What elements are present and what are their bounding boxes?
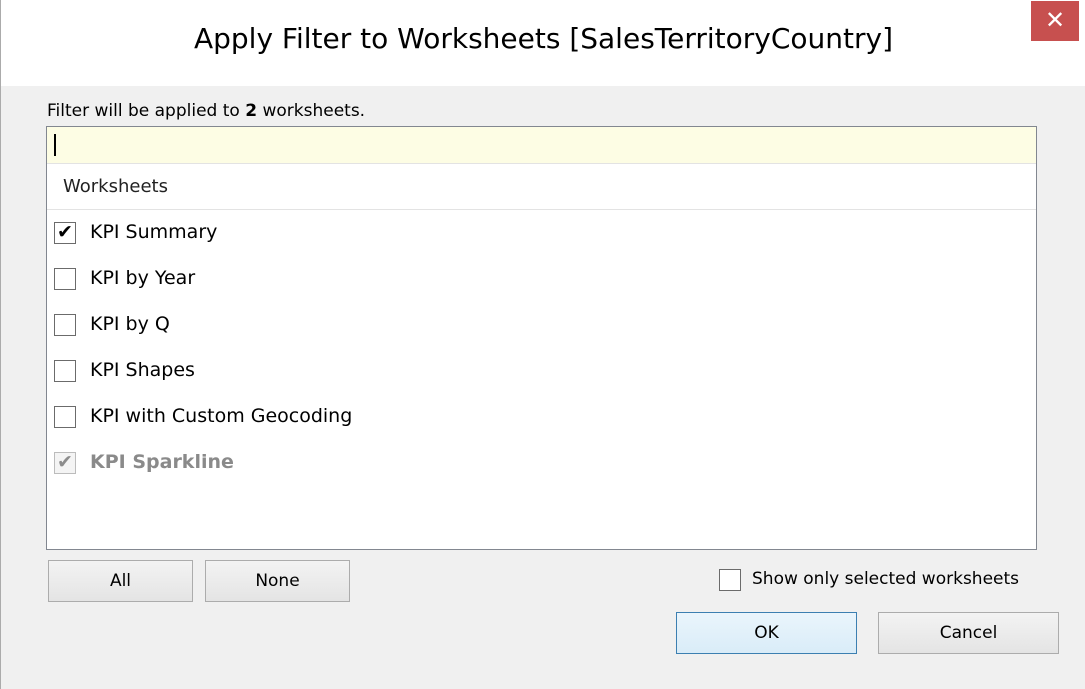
checkmark-icon: ✔ — [57, 221, 73, 243]
filter-info-text: Filter will be applied to 2 worksheets. — [47, 101, 365, 121]
apply-filter-dialog: Apply Filter to Worksheets [SalesTerrito… — [0, 0, 1085, 689]
worksheets-column-header[interactable]: Worksheets — [47, 165, 1036, 210]
text-caret — [54, 134, 56, 156]
worksheet-list-item[interactable]: KPI with Custom Geocoding — [47, 395, 1036, 441]
worksheet-list-item[interactable]: KPI by Year — [47, 257, 1036, 303]
checkmark-icon: ✔ — [57, 451, 73, 473]
worksheet-label: KPI Summary — [90, 221, 218, 243]
close-button[interactable]: ✕ — [1031, 1, 1079, 41]
info-suffix: worksheets. — [257, 101, 366, 121]
worksheet-checkbox[interactable] — [54, 268, 76, 290]
worksheet-label: KPI Shapes — [90, 359, 195, 381]
worksheet-label: KPI with Custom Geocoding — [90, 405, 353, 427]
worksheet-list-item[interactable]: ✔ KPI Summary — [47, 211, 1036, 257]
show-only-selected-checkbox[interactable] — [719, 569, 741, 591]
worksheet-checkbox[interactable] — [54, 360, 76, 382]
worksheet-label: KPI Sparkline — [90, 451, 234, 473]
info-prefix: Filter will be applied to — [47, 101, 246, 121]
worksheet-search-input[interactable] — [47, 127, 1036, 164]
worksheet-list-panel: Worksheets ✔ KPI Summary KPI by Year KPI by… — [46, 126, 1037, 550]
worksheet-checkbox[interactable] — [54, 314, 76, 336]
dialog-title: Apply Filter to Worksheets [SalesTerrito… — [193, 22, 894, 55]
worksheet-checkbox[interactable]: ✔ — [54, 221, 76, 244]
ok-button[interactable]: OK — [676, 612, 857, 654]
cancel-button[interactable]: Cancel — [878, 612, 1059, 654]
worksheet-count: 2 — [245, 101, 258, 121]
worksheet-list-item: ✔ KPI Sparkline — [47, 441, 1036, 487]
all-button[interactable]: All — [48, 560, 193, 602]
worksheet-label: KPI by Q — [90, 313, 170, 335]
worksheet-checkbox: ✔ — [54, 451, 76, 474]
title-bar: Apply Filter to Worksheets [SalesTerrito… — [1, 0, 1085, 86]
worksheet-label: KPI by Year — [90, 267, 196, 289]
worksheet-list-item[interactable]: KPI by Q — [47, 303, 1036, 349]
worksheets-header-label: Worksheets — [63, 176, 168, 197]
close-icon: ✕ — [1044, 6, 1066, 34]
worksheet-list-item[interactable]: KPI Shapes — [47, 349, 1036, 395]
show-only-selected-label: Show only selected worksheets — [752, 569, 1020, 589]
none-button[interactable]: None — [205, 560, 350, 602]
worksheet-checkbox[interactable] — [54, 406, 76, 428]
